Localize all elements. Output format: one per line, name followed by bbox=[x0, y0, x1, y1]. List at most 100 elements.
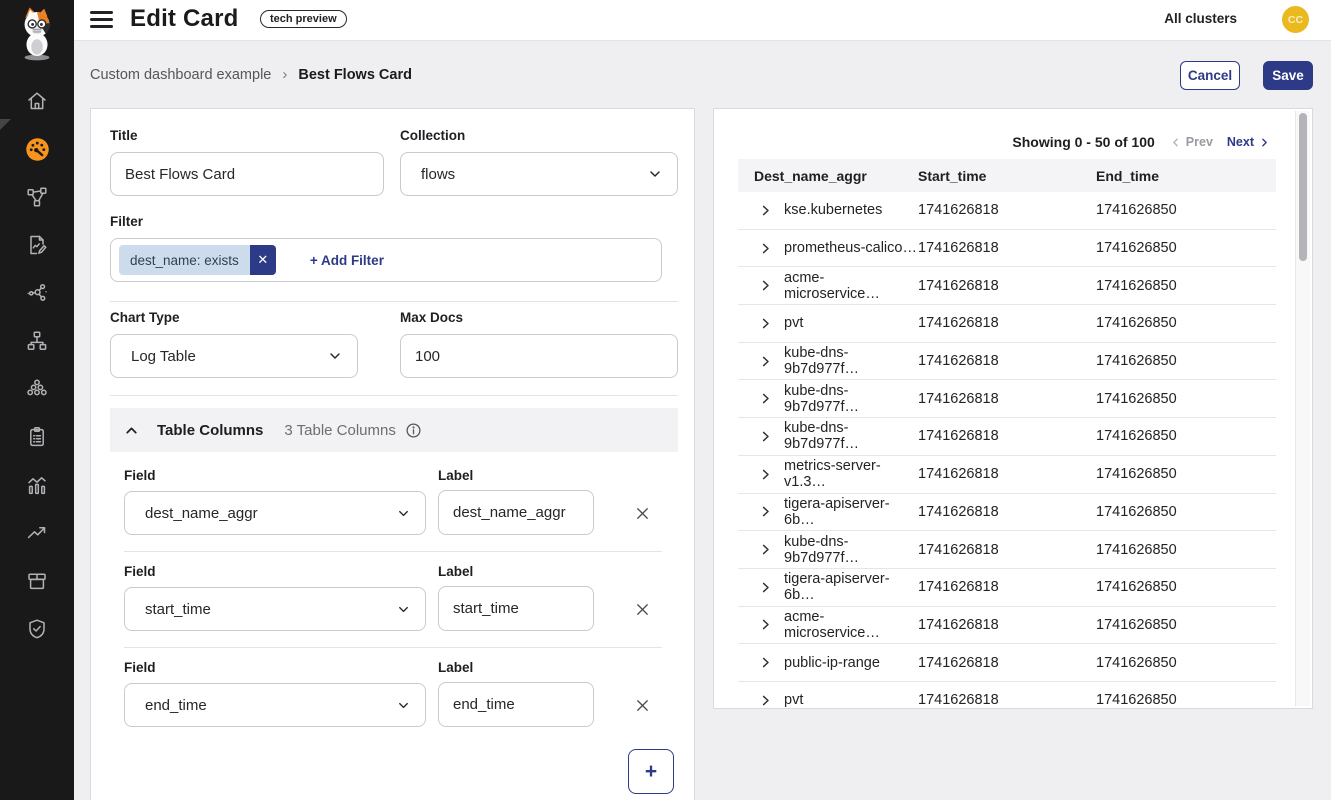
sidebar-item-hierarchy[interactable] bbox=[0, 317, 74, 365]
breadcrumb-current: Best Flows Card bbox=[298, 67, 412, 83]
avatar[interactable]: CC bbox=[1282, 6, 1309, 33]
next-page-button[interactable]: Next bbox=[1227, 135, 1271, 149]
chevron-down-icon bbox=[327, 348, 343, 364]
row-expand-chevron-icon[interactable] bbox=[758, 354, 773, 369]
row-expand-chevron-icon[interactable] bbox=[758, 429, 773, 444]
end-time-cell: 1741626850 bbox=[1096, 278, 1276, 294]
row-expand-chevron-icon[interactable] bbox=[758, 580, 773, 595]
start-time-cell: 1741626818 bbox=[918, 428, 1096, 444]
sidebar-item-trends[interactable] bbox=[0, 509, 74, 557]
remove-column-icon-1[interactable] bbox=[630, 501, 654, 525]
dest-name-cell: acme-microservice… bbox=[784, 270, 918, 302]
column-header: Dest_name_aggr bbox=[738, 168, 918, 184]
remove-column-icon-2[interactable] bbox=[630, 597, 654, 621]
sidebar-nav bbox=[0, 77, 74, 653]
table-row: acme-microservice… 1741626818 1741626850 bbox=[738, 267, 1276, 305]
end-time-cell: 1741626850 bbox=[1096, 428, 1276, 444]
sidebar-item-network-topology[interactable] bbox=[0, 173, 74, 221]
collapse-chevron-up-icon[interactable] bbox=[123, 422, 140, 439]
cancel-button[interactable]: Cancel bbox=[1180, 61, 1240, 90]
column-field-select-3[interactable]: end_time bbox=[124, 683, 426, 727]
sidebar-item-service-graph[interactable] bbox=[0, 269, 74, 317]
table-columns-section-header[interactable]: Table Columns 3 Table Columns bbox=[110, 408, 678, 452]
end-time-cell: 1741626850 bbox=[1096, 655, 1276, 671]
end-time-cell: 1741626850 bbox=[1096, 391, 1276, 407]
dest-name-cell: prometheus-calico… bbox=[784, 240, 917, 256]
row-expand-chevron-icon[interactable] bbox=[758, 504, 773, 519]
hierarchy-icon bbox=[25, 329, 49, 353]
max-docs-input[interactable] bbox=[400, 334, 678, 378]
collection-label: Collection bbox=[400, 128, 465, 143]
dest-name-cell: metrics-server-v1.3… bbox=[784, 458, 918, 490]
row-expand-chevron-icon[interactable] bbox=[758, 467, 773, 482]
chevron-down-icon bbox=[396, 506, 411, 521]
dest-name-cell: kube-dns-9b7d977f… bbox=[784, 345, 918, 377]
sidebar-item-policies[interactable] bbox=[0, 413, 74, 461]
title-label: Title bbox=[110, 128, 138, 143]
report-edit-icon bbox=[25, 233, 49, 257]
breadcrumb-parent-link[interactable]: Custom dashboard example bbox=[90, 67, 271, 83]
save-button[interactable]: Save bbox=[1263, 61, 1313, 90]
row-expand-chevron-icon[interactable] bbox=[758, 655, 773, 670]
sidebar-item-home[interactable] bbox=[0, 77, 74, 125]
breadcrumb-separator-icon: › bbox=[282, 66, 287, 83]
menu-icon[interactable] bbox=[90, 11, 113, 28]
dest-name-cell: public-ip-range bbox=[784, 655, 880, 671]
row-expand-chevron-icon[interactable] bbox=[758, 693, 773, 708]
prev-page-button[interactable]: Prev bbox=[1169, 135, 1213, 149]
column-label-input-1[interactable] bbox=[438, 490, 594, 535]
end-time-cell: 1741626850 bbox=[1096, 353, 1276, 369]
start-time-cell: 1741626818 bbox=[918, 202, 1096, 218]
calico-cat-logo bbox=[0, 6, 74, 62]
dashboard-gauge-icon bbox=[24, 136, 51, 163]
sidebar-item-statistics[interactable] bbox=[0, 461, 74, 509]
column-label-input-2[interactable] bbox=[438, 586, 594, 631]
table-row: metrics-server-v1.3… 1741626818 17416268… bbox=[738, 456, 1276, 494]
collection-select[interactable]: flows bbox=[400, 152, 678, 196]
title-input[interactable] bbox=[110, 152, 384, 196]
chart-type-select[interactable]: Log Table bbox=[110, 334, 358, 378]
sidebar bbox=[0, 0, 74, 800]
start-time-cell: 1741626818 bbox=[918, 315, 1096, 331]
card-preview: Showing 0 - 50 of 100 Prev Next Dest_nam… bbox=[713, 108, 1313, 709]
row-expand-chevron-icon[interactable] bbox=[758, 617, 773, 632]
row-expand-chevron-icon[interactable] bbox=[758, 203, 773, 218]
start-time-cell: 1741626818 bbox=[918, 353, 1096, 369]
sidebar-item-security[interactable] bbox=[0, 605, 74, 653]
column-label-input-3[interactable] bbox=[438, 682, 594, 727]
filter-chip-text: dest_name: exists bbox=[119, 245, 250, 275]
cluster-circles-icon bbox=[25, 377, 49, 401]
remove-filter-icon[interactable]: ✕ bbox=[250, 245, 276, 275]
package-box-icon bbox=[25, 569, 49, 593]
sidebar-item-clusters[interactable] bbox=[0, 365, 74, 413]
pagination: Showing 0 - 50 of 100 Prev Next bbox=[1012, 134, 1271, 150]
table-row: kube-dns-9b7d977f… 1741626818 1741626850 bbox=[738, 418, 1276, 456]
remove-column-icon-3[interactable] bbox=[630, 693, 654, 717]
row-expand-chevron-icon[interactable] bbox=[758, 391, 773, 406]
end-time-cell: 1741626850 bbox=[1096, 617, 1276, 633]
chevron-right-icon bbox=[1258, 136, 1271, 149]
add-column-button[interactable]: + bbox=[628, 749, 674, 794]
vertical-scrollbar[interactable] bbox=[1295, 111, 1310, 706]
sidebar-item-dashboards-active[interactable] bbox=[0, 125, 74, 173]
shield-check-icon bbox=[25, 617, 49, 641]
max-docs-label: Max Docs bbox=[400, 310, 463, 325]
dest-name-cell: kube-dns-9b7d977f… bbox=[784, 534, 918, 566]
clipboard-icon bbox=[25, 425, 49, 449]
sidebar-item-reports[interactable] bbox=[0, 221, 74, 269]
column-field-select-1[interactable]: dest_name_aggr bbox=[124, 491, 426, 535]
sidebar-item-packages[interactable] bbox=[0, 557, 74, 605]
end-time-cell: 1741626850 bbox=[1096, 466, 1276, 482]
field-caption: Field bbox=[124, 564, 156, 579]
row-expand-chevron-icon[interactable] bbox=[758, 316, 773, 331]
add-filter-link[interactable]: + Add Filter bbox=[310, 253, 384, 268]
row-expand-chevron-icon[interactable] bbox=[758, 278, 773, 293]
cluster-selector[interactable]: All clusters bbox=[1164, 11, 1237, 26]
row-expand-chevron-icon[interactable] bbox=[758, 542, 773, 557]
scrollbar-thumb[interactable] bbox=[1299, 113, 1307, 261]
table-row: kube-dns-9b7d977f… 1741626818 1741626850 bbox=[738, 531, 1276, 569]
table-row: public-ip-range 1741626818 1741626850 bbox=[738, 644, 1276, 682]
column-field-select-2[interactable]: start_time bbox=[124, 587, 426, 631]
info-icon[interactable] bbox=[405, 422, 422, 439]
row-expand-chevron-icon[interactable] bbox=[758, 241, 773, 256]
